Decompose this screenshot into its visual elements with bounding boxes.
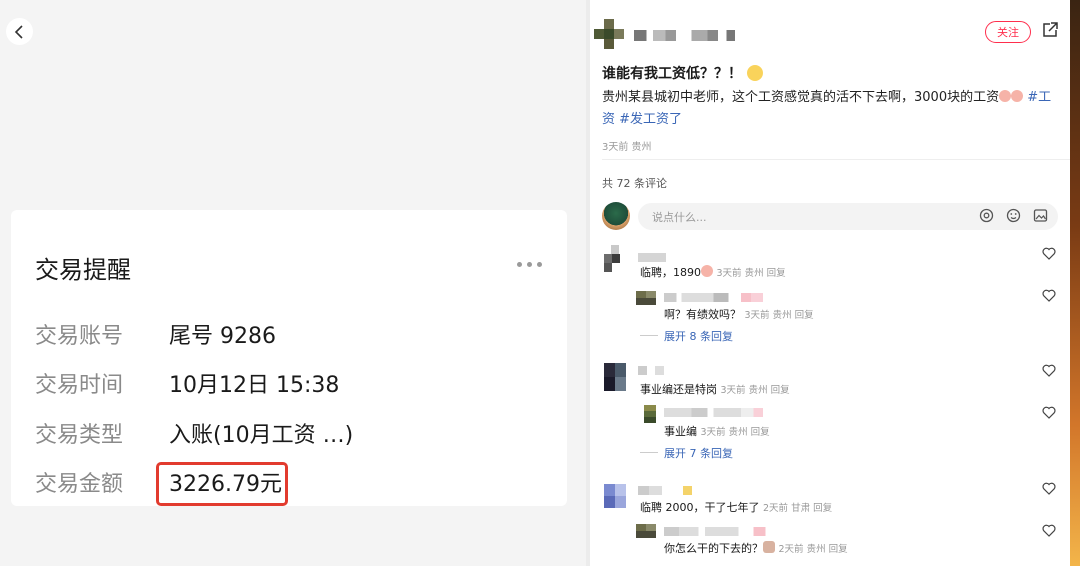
pig-emoji-icon [999, 90, 1012, 102]
comment-author[interactable] [664, 293, 788, 302]
at-icon[interactable] [979, 208, 994, 223]
amount-highlight-box [156, 462, 288, 506]
background-edge [1070, 0, 1080, 566]
emoji-icon[interactable] [1006, 208, 1021, 223]
expand-replies-link[interactable]: 展开 7 条回复 [664, 445, 733, 461]
comment-text: 事业编 3天前 贵州 回复 [664, 425, 770, 438]
avatar[interactable] [636, 291, 656, 305]
post-title: 谁能有我工资低？？！ [602, 63, 763, 83]
avatar[interactable] [604, 484, 626, 508]
comment-author[interactable] [664, 527, 788, 536]
row-label: 交易时间 [35, 373, 124, 398]
transaction-card: 交易提醒 交易账号 尾号 9286 交易时间 10月12日 15:38 交易类型… [11, 210, 567, 506]
current-user-avatar [602, 202, 630, 230]
comment-count: 共 72 条评论 [602, 177, 667, 190]
post-panel: 关注 谁能有我工资低？？！ 贵州某县城初中老师，这个工资感觉真的活不下去啊，30… [590, 0, 1070, 566]
row-value: 10月12日 15:38 [169, 373, 340, 398]
image-icon[interactable] [1033, 208, 1048, 223]
crying-emoji-icon [746, 65, 763, 81]
avatar[interactable] [604, 245, 626, 273]
expand-replies-link[interactable]: 展开 8 条回复 [664, 328, 733, 344]
avatar[interactable] [636, 524, 656, 538]
like-heart-icon[interactable] [1042, 482, 1056, 495]
divider [602, 159, 1070, 160]
comment-author[interactable] [638, 253, 666, 262]
comment-text: 事业编还是特岗 3天前 贵州 回复 [640, 383, 790, 396]
hashtag-link[interactable]: #发工资了 [619, 112, 682, 127]
comment-text: 临聘，1890 3天前 贵州 回复 [640, 265, 786, 279]
avatar[interactable] [604, 363, 626, 391]
comment-text: 你怎么干的下去的？ 2天前 贵州 回复 [664, 541, 848, 555]
row-label: 交易账号 [35, 324, 124, 349]
avatar[interactable] [644, 405, 656, 423]
row-label: 交易金额 [35, 472, 124, 497]
expand-divider [640, 335, 658, 336]
like-heart-icon[interactable] [1042, 289, 1056, 302]
chevron-left-icon [14, 24, 23, 39]
row-value: 入账(10月工资 …) [169, 423, 354, 448]
comment-input[interactable]: 说点什么... [638, 203, 1058, 230]
emoji-icon [763, 541, 775, 553]
post-meta: 3天前 贵州 [602, 142, 652, 153]
like-heart-icon[interactable] [1042, 364, 1056, 377]
pig-emoji-icon [701, 265, 713, 277]
post-body: 贵州某县城初中老师，这个工资感觉真的活不下去啊，3000块的工资 #工资 #发工… [602, 90, 1052, 127]
expand-divider [640, 452, 658, 453]
row-label: 交易类型 [35, 423, 124, 448]
card-title: 交易提醒 [35, 256, 131, 284]
pig-emoji-icon [1011, 90, 1024, 102]
share-icon[interactable] [1041, 21, 1059, 39]
comment-text: 啊？有绩效吗？ 3天前 贵州 回复 [664, 308, 814, 321]
row-value: 尾号 9286 [169, 324, 276, 349]
comment-author[interactable] [664, 408, 788, 417]
like-heart-icon[interactable] [1042, 247, 1056, 260]
like-heart-icon[interactable] [1042, 524, 1056, 537]
transaction-screenshot: 交易提醒 交易账号 尾号 9286 交易时间 10月12日 15:38 交易类型… [0, 0, 586, 566]
comment-placeholder: 说点什么... [652, 211, 707, 224]
comment-author[interactable] [638, 366, 664, 375]
back-button[interactable] [6, 18, 33, 45]
comment-text: 临聘 2000，干了七年了 2天前 甘肃 回复 [640, 501, 833, 514]
more-icon[interactable] [517, 262, 542, 267]
comment-author[interactable] [638, 486, 698, 495]
follow-button[interactable]: 关注 [985, 21, 1031, 43]
like-heart-icon[interactable] [1042, 406, 1056, 419]
avatar[interactable] [594, 19, 624, 49]
author-name[interactable] [634, 30, 739, 41]
